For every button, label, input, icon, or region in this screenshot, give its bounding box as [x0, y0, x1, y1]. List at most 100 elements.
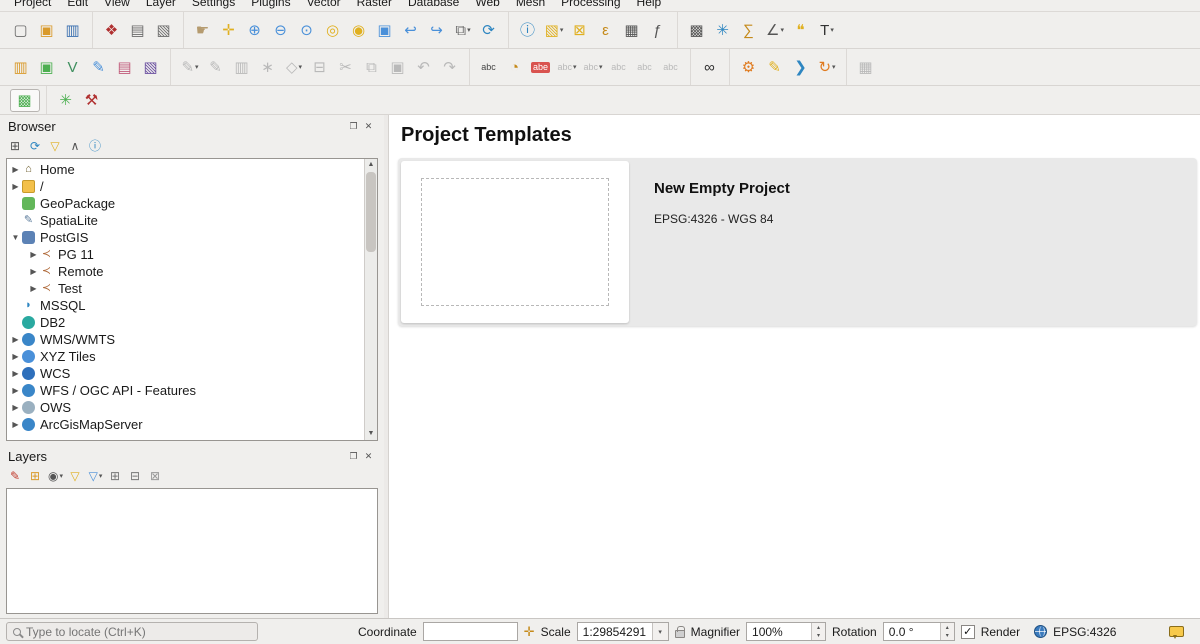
select-by-expression-icon[interactable]: ε	[593, 17, 619, 43]
elevation-profile-icon[interactable]: ▩	[684, 17, 710, 43]
undo-icon[interactable]: ↶	[411, 54, 437, 80]
zoom-out-icon[interactable]: ⊖	[268, 17, 294, 43]
tree-item-ows[interactable]: ▶ OWS	[7, 399, 364, 416]
new-virtual-layer-icon[interactable]: ▧	[138, 54, 164, 80]
pin-unpin-labels-icon[interactable]: abc▾	[554, 54, 580, 80]
scroll-down-icon[interactable]: ▼	[365, 428, 377, 440]
sketch-pen-icon[interactable]: ✎	[762, 54, 788, 80]
new-print-layout-icon[interactable]: ▤	[125, 17, 151, 43]
render-checkbox[interactable]: ✓	[961, 625, 975, 639]
scroll-thumb[interactable]	[366, 172, 376, 252]
zoom-native-icon[interactable]: ⊙	[294, 17, 320, 43]
zoom-to-selection-icon[interactable]: ◉	[346, 17, 372, 43]
layers-float-icon[interactable]: ❐	[346, 451, 361, 462]
save-project-icon[interactable]: ▥	[60, 17, 86, 43]
field-calculator-icon[interactable]: ƒ	[645, 17, 671, 43]
map-tips-icon[interactable]: ❝	[788, 17, 814, 43]
expander-icon[interactable]: ▶	[27, 250, 40, 259]
tree-item-pg11[interactable]: ▶ ≺ PG 11	[7, 246, 364, 263]
new-temporary-layer-icon[interactable]: ▤	[112, 54, 138, 80]
toggle-editing-icon[interactable]: ✎	[203, 54, 229, 80]
binoculars-search-icon[interactable]: ∞	[697, 54, 723, 80]
tree-item-root[interactable]: ▶ /	[7, 178, 364, 195]
toggle-extents-icon[interactable]: ✛	[524, 624, 535, 640]
refresh-browser-icon[interactable]: ⟳	[26, 136, 45, 155]
deselect-features-icon[interactable]: ⊠	[567, 17, 593, 43]
geometry-checker-icon[interactable]: ✳	[53, 87, 79, 113]
reload-scripts-icon[interactable]: ↻▾	[814, 54, 840, 80]
expander-icon[interactable]: ▶	[9, 420, 22, 429]
menu-item[interactable]: Layer	[138, 0, 184, 11]
menu-item[interactable]: Plugins	[243, 0, 298, 11]
layer-labeling-options-icon[interactable]: abc	[476, 54, 502, 80]
rotation-stepper[interactable]: ▴▾	[940, 623, 954, 640]
identify-features-icon[interactable]: ⓘ	[515, 17, 541, 43]
filter-expression-icon[interactable]: ▽▾	[86, 466, 105, 485]
menu-item[interactable]: Help	[629, 0, 670, 11]
expander-icon[interactable]: ▶	[27, 284, 40, 293]
expander-icon[interactable]: ▼	[9, 233, 22, 242]
tree-item-remote[interactable]: ▶ ≺ Remote	[7, 263, 364, 280]
expander-icon[interactable]: ▶	[9, 369, 22, 378]
browser-close-icon[interactable]: ✕	[361, 121, 376, 132]
expander-icon[interactable]: ▶	[27, 267, 40, 276]
tree-item-wfs[interactable]: ▶ WFS / OGC API - Features	[7, 382, 364, 399]
locator-search[interactable]	[6, 622, 258, 641]
menu-item[interactable]: Settings	[184, 0, 243, 11]
tree-item-home[interactable]: ▶ ⌂ Home	[7, 161, 364, 178]
filter-legend-icon[interactable]: ▽	[66, 466, 85, 485]
rotation-up-icon[interactable]: ▴	[941, 623, 954, 632]
menu-item[interactable]: Vector	[299, 0, 349, 11]
save-layer-edits-icon[interactable]: ▥	[229, 54, 255, 80]
zoom-next-icon[interactable]: ↪	[424, 17, 450, 43]
pan-to-selection-icon[interactable]: ✛	[216, 17, 242, 43]
new-map-view-icon[interactable]: ⧉▾	[450, 17, 476, 43]
map-themes-icon[interactable]: ◉▾	[46, 466, 65, 485]
lock-scale-icon[interactable]	[675, 630, 685, 638]
messages-icon[interactable]	[1169, 626, 1184, 637]
rotation-spinbox[interactable]: 0.0 ° ▴▾	[883, 622, 955, 641]
menu-item[interactable]: Project	[6, 0, 59, 11]
expander-icon[interactable]: ▶	[9, 403, 22, 412]
refresh-map-icon[interactable]: ⟳	[476, 17, 502, 43]
highlight-pinned-labels-icon[interactable]: abe	[528, 54, 554, 80]
menu-item[interactable]: View	[96, 0, 138, 11]
expander-icon[interactable]: ▶	[9, 165, 22, 174]
collapse-all-icon[interactable]: ∧	[66, 136, 85, 155]
new-project-icon[interactable]: ▢	[8, 17, 34, 43]
expander-icon[interactable]: ▶	[9, 335, 22, 344]
filter-browser-icon[interactable]: ▽	[46, 136, 65, 155]
menu-item[interactable]: Database	[400, 0, 467, 11]
layers-close-icon[interactable]: ✕	[361, 451, 376, 462]
browser-scrollbar[interactable]: ▲ ▼	[364, 159, 377, 440]
redo-icon[interactable]: ↷	[437, 54, 463, 80]
expander-icon[interactable]: ▶	[9, 352, 22, 361]
add-group-icon[interactable]: ⊞	[26, 466, 45, 485]
cut-features-icon[interactable]: ✂	[333, 54, 359, 80]
select-features-icon[interactable]: ▧▾	[541, 17, 567, 43]
magnifier-up-icon[interactable]: ▴	[812, 623, 825, 632]
tree-item-test[interactable]: ▶ ≺ Test	[7, 280, 364, 297]
menu-item[interactable]: Processing	[553, 0, 628, 11]
magnifier-stepper[interactable]: ▴▾	[811, 623, 825, 640]
menu-item[interactable]: Mesh	[508, 0, 553, 11]
temporal-controller-icon[interactable]: ✳	[710, 17, 736, 43]
current-edits-icon[interactable]: ✎▾	[177, 54, 203, 80]
new-geopackage-layer-icon[interactable]: ▣	[34, 54, 60, 80]
move-label-icon[interactable]: abc	[606, 54, 632, 80]
zoom-to-layer-icon[interactable]: ▣	[372, 17, 398, 43]
locator-input[interactable]	[26, 625, 251, 639]
tree-item-wms[interactable]: ▶ WMS/WMTS	[7, 331, 364, 348]
scroll-up-icon[interactable]: ▲	[365, 159, 377, 171]
pan-map-icon[interactable]: ☛	[190, 17, 216, 43]
template-card-new-empty-project[interactable]: New Empty Project EPSG:4326 - WGS 84	[398, 158, 1197, 326]
new-spatialite-layer-icon[interactable]: ✎	[86, 54, 112, 80]
show-hide-labels-icon[interactable]: abc▾	[580, 54, 606, 80]
scale-dropdown-icon[interactable]: ▾	[652, 623, 668, 640]
text-annotation-icon[interactable]: T▾	[814, 17, 840, 43]
layout-manager-icon[interactable]: ▧	[151, 17, 177, 43]
magnifier-down-icon[interactable]: ▾	[812, 632, 825, 641]
open-attribute-table-icon[interactable]: ▦	[619, 17, 645, 43]
tree-item-postgis[interactable]: ▼ PostGIS	[7, 229, 364, 246]
zoom-in-icon[interactable]: ⊕	[242, 17, 268, 43]
